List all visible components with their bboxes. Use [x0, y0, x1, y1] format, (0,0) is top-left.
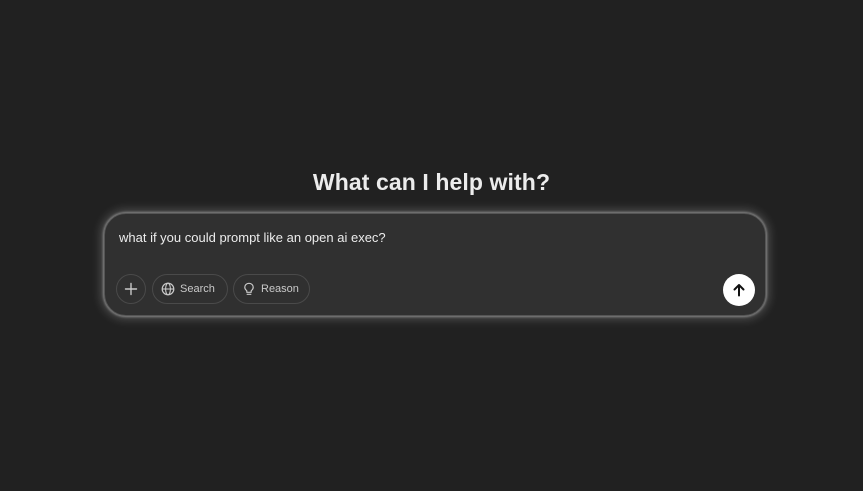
- plus-icon: [124, 282, 138, 296]
- page: What can I help with? what if you could …: [0, 0, 863, 491]
- search-button[interactable]: Search: [152, 274, 228, 304]
- send-button[interactable]: [723, 274, 755, 306]
- page-title: What can I help with?: [312, 169, 551, 195]
- globe-icon: [161, 282, 175, 296]
- prompt-composer[interactable]: what if you could prompt like an open ai…: [104, 213, 766, 316]
- lightbulb-icon: [242, 282, 256, 296]
- reason-button-label: Reason: [261, 283, 299, 295]
- search-button-label: Search: [180, 283, 215, 295]
- attach-button[interactable]: [116, 274, 146, 304]
- arrow-up-icon: [731, 282, 747, 298]
- reason-button[interactable]: Reason: [233, 274, 310, 304]
- prompt-input[interactable]: what if you could prompt like an open ai…: [119, 229, 386, 247]
